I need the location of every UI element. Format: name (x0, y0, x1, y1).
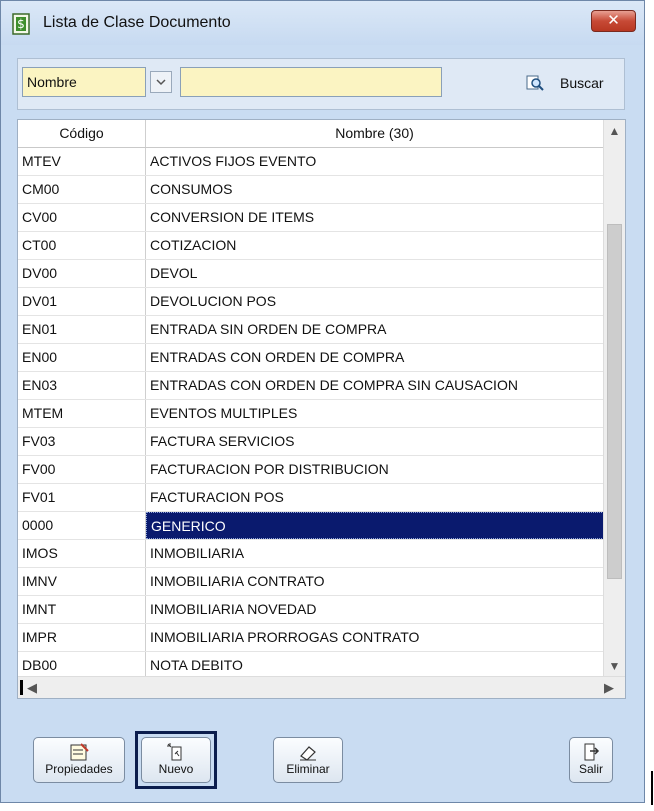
eliminar-label: Eliminar (286, 762, 330, 776)
close-button[interactable]: ✕ (591, 10, 636, 32)
buscar-label: Buscar (560, 75, 604, 91)
cell-codigo[interactable]: DB00 (18, 652, 146, 679)
cell-nombre[interactable]: FACTURACION POR DISTRIBUCION (146, 456, 604, 483)
cell-codigo[interactable]: IMOS (18, 540, 146, 567)
grid-rows: MTEV ACTIVOS FIJOS EVENTO CM00 CONSUMOS CV00… (18, 148, 604, 698)
search-input[interactable] (180, 67, 442, 97)
scroll-up-icon[interactable]: ▲ (604, 120, 625, 142)
cell-nombre[interactable]: INMOBILIARIA NOVEDAD (146, 596, 604, 623)
client-area: Nombre Buscar Código Nombre (30) MTEV AC… (9, 45, 636, 797)
scroll-left-icon[interactable]: ◀ (22, 677, 42, 698)
table-row[interactable]: 0000 GENERICO (18, 512, 604, 540)
cell-codigo[interactable]: IMNV (18, 568, 146, 595)
search-icon (526, 75, 544, 91)
table-row[interactable]: IMOS INMOBILIARIA (18, 540, 604, 568)
cell-nombre[interactable]: INMOBILIARIA CONTRATO (146, 568, 604, 595)
svg-text:$: $ (17, 17, 25, 31)
vertical-scrollbar[interactable]: ▲ ▼ (603, 120, 625, 677)
cell-codigo[interactable]: CM00 (18, 176, 146, 203)
vertical-scroll-thumb[interactable] (607, 224, 622, 579)
buscar-button[interactable]: Buscar (526, 71, 622, 95)
cell-nombre[interactable]: DEVOLUCION POS (146, 288, 604, 315)
table-row[interactable]: EN03 ENTRADAS CON ORDEN DE COMPRA SIN CAU… (18, 372, 604, 400)
cell-nombre[interactable]: COTIZACION (146, 232, 604, 259)
grid-header: Código Nombre (30) (18, 120, 604, 148)
chevron-down-icon (156, 79, 166, 86)
cell-nombre[interactable]: DEVOL (146, 260, 604, 287)
cell-nombre[interactable]: INMOBILIARIA PRORROGAS CONTRATO (146, 624, 604, 651)
nuevo-focus-frame (135, 731, 217, 789)
cell-codigo[interactable]: IMNT (18, 596, 146, 623)
cell-nombre[interactable]: ACTIVOS FIJOS EVENTO (146, 148, 604, 175)
cell-nombre[interactable]: CONVERSION DE ITEMS (146, 204, 604, 231)
lista-clase-documento-window: $ Lista de Clase Documento ✕ Nombre Busc… (0, 0, 645, 803)
cell-codigo[interactable]: CV00 (18, 204, 146, 231)
cell-codigo[interactable]: EN00 (18, 344, 146, 371)
salir-label: Salir (578, 762, 603, 776)
cell-codigo[interactable]: MTEM (18, 400, 146, 427)
cell-nombre[interactable]: EVENTOS MULTIPLES (146, 400, 604, 427)
table-row[interactable]: FV00 FACTURACION POR DISTRIBUCION (18, 456, 604, 484)
table-row[interactable]: EN01 ENTRADA SIN ORDEN DE COMPRA (18, 316, 604, 344)
cell-nombre[interactable]: INMOBILIARIA (146, 540, 604, 567)
cell-nombre[interactable]: ENTRADAS CON ORDEN DE COMPRA SIN CAUSACI… (146, 372, 604, 399)
search-field-dropdown-button[interactable] (150, 71, 172, 93)
table-row[interactable]: FV01 FACTURACION POS (18, 484, 604, 512)
table-row[interactable]: MTEV ACTIVOS FIJOS EVENTO (18, 148, 604, 176)
properties-icon (70, 743, 89, 761)
horizontal-scrollbar[interactable]: ◀ ▶ (18, 676, 625, 698)
column-header-codigo[interactable]: Código (18, 120, 146, 147)
column-header-nombre[interactable]: Nombre (30) (146, 120, 604, 147)
cell-nombre[interactable]: FACTURA SERVICIOS (146, 428, 604, 455)
cell-nombre[interactable]: CONSUMOS (146, 176, 604, 203)
cell-nombre[interactable]: NOTA DEBITO (146, 652, 604, 679)
cell-nombre[interactable]: ENTRADA SIN ORDEN DE COMPRA (146, 316, 604, 343)
cell-codigo[interactable]: DV01 (18, 288, 146, 315)
table-row[interactable]: IMPR INMOBILIARIA PRORROGAS CONTRATO (18, 624, 604, 652)
cell-codigo[interactable]: IMPR (18, 624, 146, 651)
table-row[interactable]: CM00 CONSUMOS (18, 176, 604, 204)
search-bar: Nombre Buscar (17, 58, 625, 110)
table-row[interactable]: DV01 DEVOLUCION POS (18, 288, 604, 316)
eraser-icon (300, 746, 316, 761)
table-row[interactable]: EN00 ENTRADAS CON ORDEN DE COMPRA (18, 344, 604, 372)
table-row[interactable]: FV03 FACTURA SERVICIOS (18, 428, 604, 456)
propiedades-button[interactable]: Propiedades (33, 737, 125, 783)
eliminar-button[interactable]: Eliminar (273, 737, 343, 783)
table-row[interactable]: CT00 COTIZACION (18, 232, 604, 260)
cell-nombre[interactable]: GENERICO (146, 512, 604, 539)
table-row[interactable]: MTEM EVENTOS MULTIPLES (18, 400, 604, 428)
scroll-right-icon[interactable]: ▶ (599, 677, 619, 698)
cell-codigo[interactable]: EN03 (18, 372, 146, 399)
cell-codigo[interactable]: DV00 (18, 260, 146, 287)
window-title: Lista de Clase Documento (43, 14, 231, 31)
cell-codigo[interactable]: CT00 (18, 232, 146, 259)
cell-codigo[interactable]: FV01 (18, 484, 146, 511)
table-row[interactable]: DV00 DEVOL (18, 260, 604, 288)
cell-nombre[interactable]: ENTRADAS CON ORDEN DE COMPRA (146, 344, 604, 371)
table-row[interactable]: IMNT INMOBILIARIA NOVEDAD (18, 596, 604, 624)
search-field-select[interactable]: Nombre (22, 67, 146, 97)
salir-button[interactable]: Salir (569, 737, 613, 783)
table-row[interactable]: IMNV INMOBILIARIA CONTRATO (18, 568, 604, 596)
scroll-down-icon[interactable]: ▼ (604, 655, 625, 677)
cell-codigo[interactable]: FV00 (18, 456, 146, 483)
text-cursor-mark (651, 771, 653, 805)
table-row[interactable]: CV00 CONVERSION DE ITEMS (18, 204, 604, 232)
documents-grid[interactable]: Código Nombre (30) MTEV ACTIVOS FIJOS EVE… (17, 119, 626, 699)
cell-codigo[interactable]: EN01 (18, 316, 146, 343)
bottom-toolbar: Propiedades Nuevo Eliminar Salir (17, 709, 626, 793)
title-bar[interactable]: $ Lista de Clase Documento ✕ (1, 1, 644, 45)
exit-door-icon (584, 743, 600, 761)
cell-codigo[interactable]: 0000 (18, 512, 146, 539)
cell-codigo[interactable]: MTEV (18, 148, 146, 175)
cell-nombre[interactable]: FACTURACION POS (146, 484, 604, 511)
cell-codigo[interactable]: FV03 (18, 428, 146, 455)
propiedades-label: Propiedades (45, 762, 113, 776)
close-icon: ✕ (607, 12, 620, 29)
dollar-document-icon: $ (12, 13, 30, 35)
